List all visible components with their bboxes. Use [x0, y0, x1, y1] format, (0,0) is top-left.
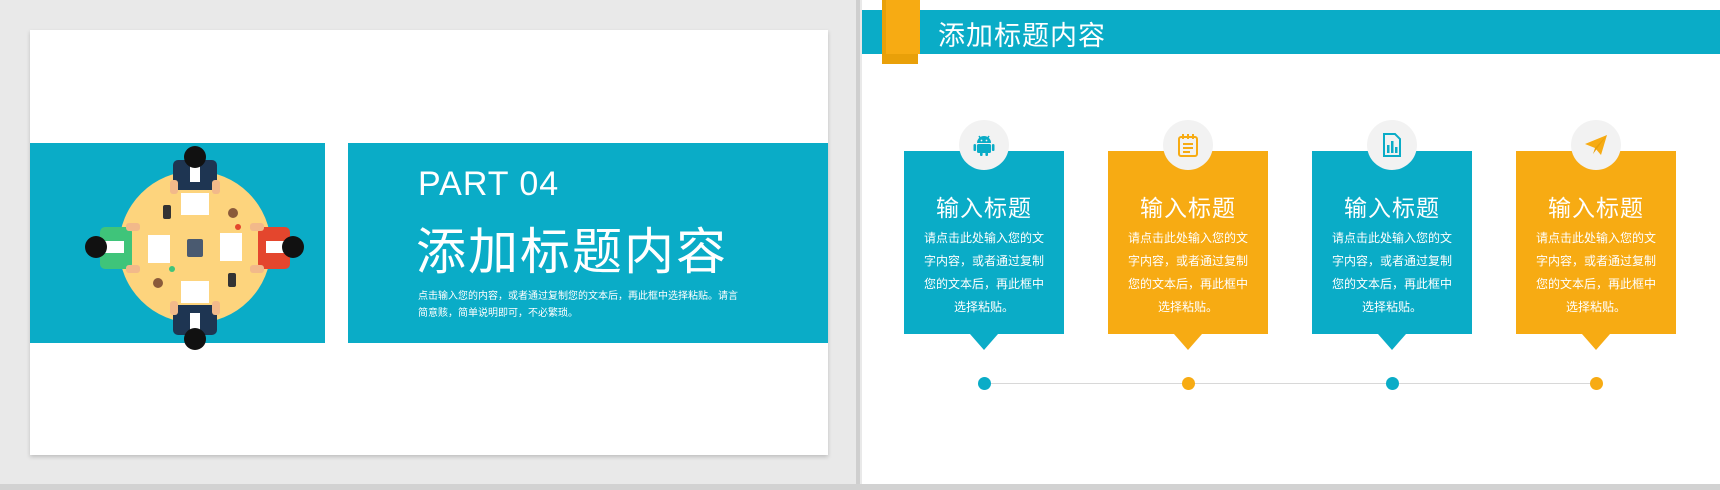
section-title: 添加标题内容: [416, 223, 728, 281]
timeline-dot-2: [1182, 377, 1195, 390]
info-card-3[interactable]: 输入标题 请点击此处输入您的文字内容，或者通过复制您的文本后，再此框中选择粘贴。: [1312, 120, 1472, 350]
android-icon: [973, 135, 995, 156]
card-title: 输入标题: [1140, 196, 1236, 222]
icon-badge: [1367, 120, 1417, 170]
slide-divider: [856, 0, 860, 490]
card-text: 请点击此处输入您的文字内容，或者通过复制您的文本后，再此框中选择粘贴。: [923, 231, 1044, 314]
bottom-strip: [0, 484, 1720, 490]
timeline-dot-4: [1590, 377, 1603, 390]
timeline-dot-3: [1386, 377, 1399, 390]
timeline-dot-1: [978, 377, 991, 390]
card-text: 请点击此处输入您的文字内容，或者通过复制您的文本后，再此框中选择粘贴。: [1127, 231, 1248, 314]
notepad-icon: [1178, 134, 1198, 157]
card-pointer: [1378, 334, 1406, 350]
card-pointer: [1582, 334, 1610, 350]
header-title: 添加标题内容: [938, 21, 1106, 52]
bar-chart-document-icon: [1383, 133, 1401, 157]
card-title: 输入标题: [936, 196, 1032, 222]
card-text: 请点击此处输入您的文字内容，或者通过复制您的文本后，再此框中选择粘贴。: [1535, 231, 1656, 314]
icon-badge: [1163, 120, 1213, 170]
card-pointer: [970, 334, 998, 350]
content-slide: 添加标题内容 输入标题 请点击此处输入您的文字内容，或者通过复制您的文本后，再此…: [862, 0, 1720, 484]
icon-badge: [959, 120, 1009, 170]
timeline-line: [985, 383, 1597, 384]
section-description: 点击输入您的内容，或者通过复制您的文本后，再此框中选择粘贴。请言简意赅，简单说明…: [418, 291, 738, 319]
info-card-2[interactable]: 输入标题 请点击此处输入您的文字内容，或者通过复制您的文本后，再此框中选择粘贴。: [1108, 120, 1268, 350]
card-title: 输入标题: [1548, 196, 1644, 222]
card-title: 输入标题: [1344, 196, 1440, 222]
info-card-4[interactable]: 输入标题 请点击此处输入您的文字内容，或者通过复制您的文本后，再此框中选择粘贴。: [1516, 120, 1676, 350]
info-card-1[interactable]: 输入标题 请点击此处输入您的文字内容，或者通过复制您的文本后，再此框中选择粘贴。: [904, 120, 1064, 350]
meeting-table-illustration: [85, 146, 304, 350]
section-title-slide: PART 04 添加标题内容 点击输入您的内容，或者通过复制您的文本后，再此框中…: [30, 30, 828, 455]
paper-plane-icon: [1585, 135, 1607, 155]
card-pointer: [1174, 334, 1202, 350]
icon-badge: [1571, 120, 1621, 170]
card-text: 请点击此处输入您的文字内容，或者通过复制您的文本后，再此框中选择粘贴。: [1331, 231, 1452, 314]
header-accent: [886, 0, 920, 54]
part-label: PART 04: [418, 165, 560, 203]
